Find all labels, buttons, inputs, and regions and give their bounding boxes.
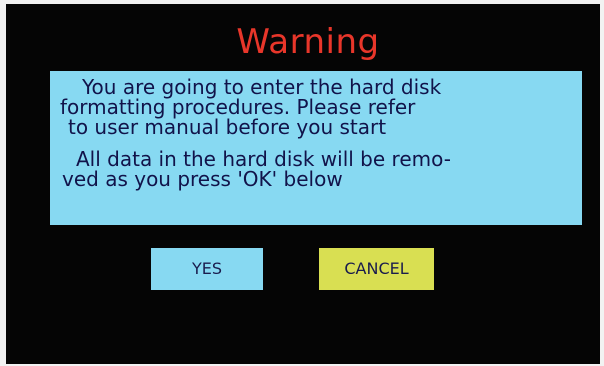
message-line-3: to user manual before you start xyxy=(68,115,387,139)
message-line-2: formatting procedures. Please refer xyxy=(60,95,416,119)
yes-button[interactable]: YES xyxy=(151,248,263,290)
warning-message-box: You are going to enter the hard disk for… xyxy=(50,71,582,225)
message-line-4: All data in the hard disk will be remo- xyxy=(76,147,451,171)
cancel-button[interactable]: CANCEL xyxy=(319,248,434,290)
warning-title: Warning xyxy=(236,22,380,62)
message-line-1: You are going to enter the hard disk xyxy=(82,75,442,99)
tv-screen: Warning You are going to enter the hard … xyxy=(6,4,600,364)
message-line-5: ved as you press 'OK' below xyxy=(62,167,343,191)
